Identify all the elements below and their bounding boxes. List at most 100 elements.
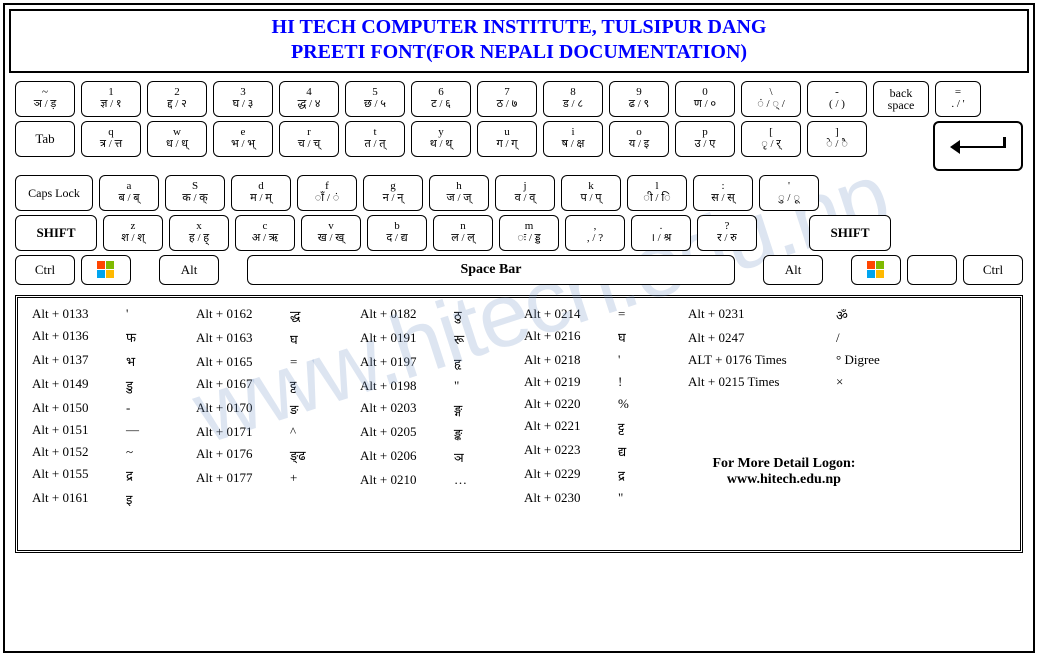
key[interactable]: -( / ) xyxy=(807,81,867,117)
key[interactable]: 7ठ / ७ xyxy=(477,81,537,117)
alt-code-line: Alt + 0229द्र xyxy=(524,466,658,484)
alt-code: Alt + 0176 xyxy=(196,446,272,464)
key[interactable]: \ं / ् / xyxy=(741,81,801,117)
key[interactable]: gन / न् xyxy=(363,175,423,211)
key[interactable]: 1ज्ञ / १ xyxy=(81,81,141,117)
key[interactable]: rच / च् xyxy=(279,121,339,157)
key[interactable]: aब / ब् xyxy=(99,175,159,211)
windows-right-key[interactable] xyxy=(851,255,901,285)
alt-code: Alt + 0165 xyxy=(196,354,272,370)
key[interactable]: =. / ' xyxy=(935,81,981,117)
key[interactable]: eभ / भ् xyxy=(213,121,273,157)
backspace-key[interactable]: backspace xyxy=(873,81,929,117)
alt-code: Alt + 0191 xyxy=(360,330,436,348)
key[interactable]: 3घ / ३ xyxy=(213,81,273,117)
key-bot: . / ' xyxy=(951,98,964,110)
key[interactable]: 'ु / ू xyxy=(759,175,819,211)
key-bot: ख / ख् xyxy=(318,232,345,244)
key[interactable]: 6ट / ६ xyxy=(411,81,471,117)
key[interactable]: lी / ि xyxy=(627,175,687,211)
key[interactable]: vख / ख् xyxy=(301,215,361,251)
key[interactable]: kप / प् xyxy=(561,175,621,211)
key[interactable]: 0ण / ० xyxy=(675,81,735,117)
key[interactable]: qत्र / त्त xyxy=(81,121,141,157)
key[interactable]: :स / स् xyxy=(693,175,753,211)
key[interactable]: uग / ग् xyxy=(477,121,537,157)
key[interactable]: hज / ज् xyxy=(429,175,489,211)
keyboard: ~ञ / ड़1ज्ञ / १2द्द / २3घ / ३4द्ध / ४5छ … xyxy=(9,79,1029,291)
key-bot: ध / ध् xyxy=(166,138,188,150)
shift-right-key[interactable]: SHIFT xyxy=(809,215,891,251)
alt-left-key[interactable]: Alt xyxy=(159,255,219,285)
key[interactable]: cअ / ऋ xyxy=(235,215,295,251)
key[interactable]: jव / व् xyxy=(495,175,555,211)
key[interactable]: tत / त् xyxy=(345,121,405,157)
alt-code-line: Alt + 0137भ xyxy=(32,352,166,370)
ctrl-left-key[interactable]: Ctrl xyxy=(15,255,75,285)
alt-symbol: " xyxy=(618,490,658,506)
key[interactable]: ?र / रु xyxy=(697,215,757,251)
key-top: 9 xyxy=(636,87,642,98)
ctrl-right-key[interactable]: Ctrl xyxy=(963,255,1023,285)
key-bot: ज / ज् xyxy=(447,192,472,204)
alt-symbol: डु xyxy=(126,376,166,394)
key-top: = xyxy=(955,87,961,98)
key-top: 1 xyxy=(108,87,114,98)
key[interactable]: yथ / थ् xyxy=(411,121,471,157)
key[interactable]: 5छ / ५ xyxy=(345,81,405,117)
key-top: o xyxy=(636,127,642,138)
enter-key[interactable] xyxy=(933,121,1023,171)
key[interactable]: wध / ध् xyxy=(147,121,207,157)
key[interactable]: 4द्ध / ४ xyxy=(279,81,339,117)
alt-code-line: Alt + 0149डु xyxy=(32,376,166,394)
key[interactable]: 2द्द / २ xyxy=(147,81,207,117)
alt-symbol: घ xyxy=(618,328,658,346)
key[interactable]: dम / म् xyxy=(231,175,291,211)
key-bot: ब / ब् xyxy=(118,192,139,204)
windows-left-key[interactable] xyxy=(81,255,131,285)
key[interactable]: zश / श् xyxy=(103,215,163,251)
key-top: f xyxy=(325,181,329,192)
alt-code: Alt + 0161 xyxy=(32,490,108,508)
key-bot: श / श् xyxy=(121,232,145,244)
alt-symbol: — xyxy=(126,422,166,438)
alt-code: Alt + 0223 xyxy=(524,442,600,460)
key[interactable]: .। / श्र xyxy=(631,215,691,251)
tab-key[interactable]: Tab xyxy=(15,121,75,157)
key-top: 5 xyxy=(372,87,378,98)
capslock-key[interactable]: Caps Lock xyxy=(15,175,93,211)
key-bot: ञ / ड़ xyxy=(34,98,57,110)
key[interactable]: ~ञ / ड़ xyxy=(15,81,75,117)
alt-code-line: Alt + 0161इ xyxy=(32,490,166,508)
key[interactable]: ,, / ? xyxy=(565,215,625,251)
document-frame: HI TECH COMPUTER INSTITUTE, TULSIPUR DAN… xyxy=(3,3,1035,653)
key[interactable]: [ृ / र् xyxy=(741,121,801,157)
key[interactable]: pउ / ए xyxy=(675,121,735,157)
key[interactable]: fाँ / ं xyxy=(297,175,357,211)
shift-left-key[interactable]: SHIFT xyxy=(15,215,97,251)
alt-right-key[interactable]: Alt xyxy=(763,255,823,285)
key-top: g xyxy=(390,181,396,192)
key[interactable]: nल / ल् xyxy=(433,215,493,251)
key[interactable]: mः / ड्ड xyxy=(499,215,559,251)
spacebar-key[interactable]: Space Bar xyxy=(247,255,735,285)
key[interactable]: oय / इ xyxy=(609,121,669,157)
alt-code-line: Alt + 0230" xyxy=(524,490,658,506)
alt-code: Alt + 0182 xyxy=(360,306,436,324)
key[interactable]: iष / क्ष xyxy=(543,121,603,157)
key[interactable]: 8ड / ८ xyxy=(543,81,603,117)
key[interactable]: bद / द्य xyxy=(367,215,427,251)
key[interactable]: xह / ह् xyxy=(169,215,229,251)
alt-symbol: द्र xyxy=(618,466,658,484)
menu-key[interactable] xyxy=(907,255,957,285)
key-bot: ण / ० xyxy=(694,98,716,110)
key[interactable]: 9ढ / ९ xyxy=(609,81,669,117)
key[interactable]: Sक / क् xyxy=(165,175,225,211)
key-top: S xyxy=(192,181,198,192)
windows-icon xyxy=(867,261,885,279)
key[interactable]: ]े / ै xyxy=(807,121,867,157)
alt-code-line: Alt + 0171^ xyxy=(196,424,330,440)
alt-code: Alt + 0197 xyxy=(360,354,436,372)
alt-code: Alt + 0152 xyxy=(32,444,108,460)
key-top: z xyxy=(131,221,136,232)
